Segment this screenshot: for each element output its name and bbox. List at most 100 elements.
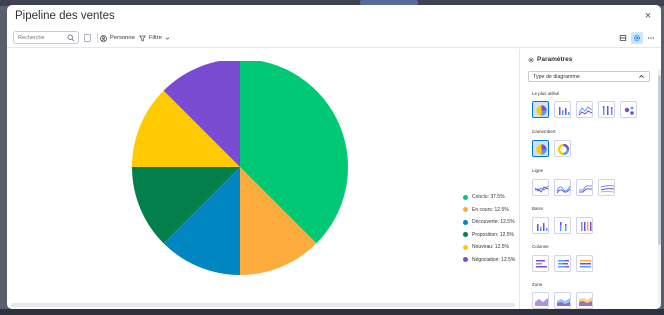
- search-icon: [67, 34, 75, 42]
- legend-dot: [463, 207, 468, 213]
- horizontal-scrollbar[interactable]: [11, 303, 515, 307]
- chart-option-bubble[interactable]: [620, 101, 637, 118]
- legend-dot: [463, 257, 468, 263]
- chart-option-donut[interactable]: [554, 140, 571, 157]
- column-chart-icon: [558, 260, 569, 268]
- chart-option-area-stacked[interactable]: [554, 292, 571, 309]
- bar-chart-icon: [581, 222, 592, 231]
- settings-panel: Paramètres Type de diagramme Le plus uti…: [519, 49, 661, 309]
- line-chart-icon: [600, 185, 615, 193]
- stacked-chart-icon: [602, 106, 613, 115]
- chart-option-bar-grouped[interactable]: [576, 217, 593, 234]
- section-label-bar: Barre: [532, 206, 544, 211]
- legend-label: Conclu: 37.5%: [472, 194, 505, 201]
- legend-label: Nouveau: 12.5%: [472, 244, 509, 251]
- area-chart-icon: [557, 298, 570, 306]
- chart-option-bar-stacked[interactable]: [554, 217, 571, 234]
- modal-title: Pipeline des ventes: [15, 10, 115, 22]
- table-view-button[interactable]: [617, 32, 629, 44]
- backdrop-bottom: [0, 309, 664, 315]
- legend-item[interactable]: En cours: 12.5%: [463, 204, 515, 217]
- chart-option-stacked[interactable]: [598, 101, 615, 118]
- legend-dot: [463, 219, 468, 225]
- column-chart-icon: [536, 260, 547, 268]
- close-button[interactable]: ×: [642, 10, 654, 22]
- chevron-down-icon: [165, 37, 170, 40]
- donut-chart-icon: [557, 143, 570, 156]
- legend-dot: [463, 232, 468, 238]
- chart-legend: Conclu: 37.5% En cours: 12.5% Découverte: …: [463, 191, 515, 266]
- chart-type-select-label: Type de diagramme: [533, 74, 580, 80]
- legend-item[interactable]: Découverte: 12.5%: [463, 216, 515, 229]
- legend-dot: [463, 194, 468, 200]
- search-box[interactable]: [13, 31, 79, 44]
- chart-option-line-smooth[interactable]: [554, 179, 571, 196]
- panel-scrollbar[interactable]: [658, 69, 661, 305]
- chart-option-bar[interactable]: [532, 217, 549, 234]
- bar-chart-icon: [537, 223, 548, 231]
- toolbar: Personne Filtre: [7, 29, 661, 48]
- bar-chart-icon: [560, 222, 567, 231]
- line-chart-icon: [534, 185, 549, 193]
- column-chart-icon: [559, 107, 570, 115]
- group-toggle-icon[interactable]: [84, 34, 91, 42]
- chart-option-area-percent[interactable]: [576, 292, 593, 309]
- bubble-chart-icon: [624, 106, 634, 115]
- chart-area: Conclu: 37.5% En cours: 12.5% Découverte: …: [7, 49, 519, 309]
- area-chart-icon: [579, 297, 592, 306]
- legend-label: En cours: 12.5%: [472, 206, 509, 213]
- chevron-up-icon: [639, 74, 644, 78]
- chart-option-pie-full[interactable]: [532, 140, 549, 157]
- person-filter-label: Personne: [110, 35, 135, 41]
- gear-icon: [633, 34, 641, 42]
- chart-option-column-grouped[interactable]: [576, 255, 593, 272]
- settings-toggle-button[interactable]: [631, 32, 643, 44]
- legend-item[interactable]: Conclu: 37.5%: [463, 191, 515, 204]
- pie-chart-icon: [536, 105, 547, 116]
- search-input[interactable]: [18, 33, 68, 43]
- chart-option-column-basic[interactable]: [532, 255, 549, 272]
- modal-header: Pipeline des ventes ×: [7, 5, 661, 29]
- pie-chart: [132, 61, 349, 275]
- chart-modal: Pipeline des ventes × Personne Filtre: [7, 5, 661, 309]
- section-label-pie: Camembert: [532, 129, 556, 134]
- more-icon: [647, 37, 655, 39]
- panel-scrollbar-thumb[interactable]: [658, 75, 661, 245]
- chart-type-select[interactable]: Type de diagramme: [528, 71, 650, 82]
- area-chart-icon: [535, 298, 548, 306]
- pie-chart-icon: [536, 144, 547, 155]
- line-chart-icon: [579, 185, 592, 193]
- legend-item[interactable]: Proposition: 12.5%: [463, 229, 515, 242]
- chart-option-line-multi[interactable]: [598, 179, 615, 196]
- gear-icon: [528, 57, 534, 62]
- section-label-column: Colonne: [532, 244, 549, 249]
- legend-dot: [463, 244, 468, 250]
- legend-label: Découverte: 12.5%: [472, 219, 515, 226]
- legend-item[interactable]: Nouveau: 12.5%: [463, 241, 515, 254]
- legend-item[interactable]: Négociation: 12.5%: [463, 254, 515, 267]
- section-label-line: Ligne: [532, 168, 544, 173]
- line-chart-icon: [578, 106, 593, 116]
- chart-option-line[interactable]: [576, 101, 593, 118]
- section-label-area: Zone: [532, 282, 543, 287]
- more-options-button[interactable]: [645, 32, 657, 44]
- toolbar-divider: [97, 33, 98, 43]
- legend-label: Proposition: 12.5%: [472, 231, 514, 238]
- person-filter-button[interactable]: Personne: [100, 33, 135, 43]
- person-icon: [100, 34, 107, 42]
- chart-option-area[interactable]: [532, 292, 549, 309]
- legend-label: Négociation: 12.5%: [472, 256, 516, 263]
- panel-header: Paramètres: [528, 56, 572, 63]
- line-chart-icon: [556, 185, 571, 194]
- column-chart-icon: [580, 260, 591, 268]
- chart-option-line-step[interactable]: [576, 179, 593, 196]
- chart-option-column[interactable]: [554, 101, 571, 118]
- filter-icon: [139, 35, 146, 42]
- chart-option-pie[interactable]: [532, 101, 549, 118]
- section-label-most-used: Le plus utilisé: [532, 91, 560, 96]
- chart-option-line-basic[interactable]: [532, 179, 549, 196]
- table-icon: [619, 35, 627, 41]
- chart-option-column-stacked[interactable]: [554, 255, 571, 272]
- filter-label: Filtre: [149, 35, 162, 41]
- filter-button[interactable]: Filtre: [139, 33, 170, 43]
